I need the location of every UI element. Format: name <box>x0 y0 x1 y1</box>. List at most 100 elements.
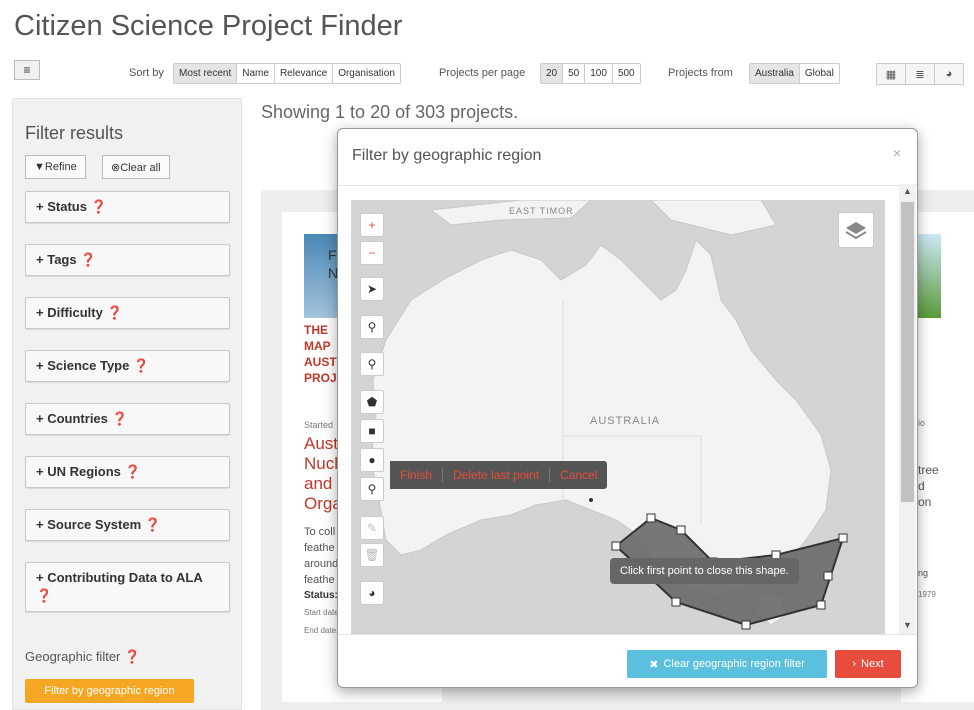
card-fragment: 1979 <box>918 590 936 599</box>
map-view-icon[interactable]: ◕ <box>934 63 964 85</box>
filter-icon: ▼ <box>34 161 45 173</box>
help-icon: ❓ <box>132 358 150 373</box>
layers-icon[interactable] <box>838 212 874 248</box>
cancel-draw-button[interactable]: Cancel <box>550 468 607 482</box>
help-icon: ❓ <box>124 464 141 479</box>
card-status: Status: <box>304 590 338 601</box>
clear-region-filter-button[interactable]: ✖ Clear geographic region filter <box>627 650 827 678</box>
country-label: AUSTRALIA <box>590 415 661 427</box>
card-fragment: tree d on <box>918 463 939 509</box>
modal-divider <box>338 185 917 186</box>
help-icon: ❓ <box>106 305 123 320</box>
map-canvas[interactable]: EAST TIMOR AUSTRALIA + − ➤ ⚲ ⚲ ⬟ ■ ● ⚲ ✎… <box>351 200 885 634</box>
delete-layers-icon[interactable]: 🗑 <box>360 543 384 567</box>
zoom-out-icon[interactable]: − <box>360 241 384 265</box>
clear-button-label: Clear geographic region filter <box>663 658 805 670</box>
view-toggle: ▦ ≣ ◕ <box>876 63 964 85</box>
card-start-date: Start date <box>304 608 339 617</box>
chevron-right-icon: › <box>852 658 857 670</box>
per-page-buttons: 20 50 100 500 <box>540 63 641 84</box>
geographic-region-modal: Filter by geographic region × EAST TIMOR <box>337 128 918 688</box>
close-icon[interactable]: × <box>893 145 901 161</box>
card-started: Started <box>304 420 334 430</box>
draw-actions-bar: Finish Delete last point Cancel <box>390 461 608 489</box>
facet-un-regions[interactable]: + UN Regions ❓ <box>25 456 230 488</box>
sort-label: Sort by <box>129 67 164 79</box>
filter-by-region-button[interactable]: Filter by geographic region <box>25 679 194 703</box>
sort-relevance[interactable]: Relevance <box>274 64 334 83</box>
list-view-icon[interactable]: ≣ <box>905 63 935 85</box>
sort-buttons: Most recent Name Relevance Organisation <box>173 63 401 84</box>
card-description: To coll feathe around feathe <box>304 526 339 586</box>
per-page-label: Projects per page <box>439 67 526 79</box>
modal-scrollbar[interactable]: ▲ ▼ <box>899 184 916 634</box>
facet-tags[interactable]: + Tags ❓ <box>25 244 230 276</box>
refine-label: Refine <box>44 161 77 173</box>
modal-title: Filter by geographic region <box>352 147 542 164</box>
refine-button[interactable]: ▼Refine <box>25 155 86 179</box>
help-icon: ❓ <box>111 411 128 426</box>
draw-marker-icon[interactable]: ⚲ <box>360 477 384 501</box>
per-page-100[interactable]: 100 <box>585 64 613 83</box>
finish-button[interactable]: Finish <box>390 468 444 482</box>
card-image <box>917 234 941 318</box>
from-australia[interactable]: Australia <box>750 64 800 83</box>
geographic-filter-label: Geographic filter ❓ <box>25 649 140 665</box>
help-icon: ❓ <box>144 517 161 532</box>
help-icon: ❓ <box>124 649 141 664</box>
zoom-in-icon[interactable]: + <box>360 213 384 237</box>
next-button-label: Next <box>861 658 884 670</box>
facet-label: Tags <box>47 252 77 267</box>
facet-countries[interactable]: + Countries ❓ <box>25 403 230 435</box>
locate-icon[interactable]: ➤ <box>360 277 384 301</box>
card-end-date: End date: <box>304 626 339 635</box>
sort-name[interactable]: Name <box>237 64 275 83</box>
per-page-50[interactable]: 50 <box>563 64 586 83</box>
draw-circle-icon[interactable]: ● <box>360 448 384 472</box>
draw-tooltip: Click first point to close this shape. <box>610 558 799 584</box>
clear-all-label: Clear all <box>120 162 161 174</box>
sort-most-recent[interactable]: Most recent <box>174 64 238 83</box>
facet-label: Difficulty <box>47 305 103 320</box>
card-fragment: ng <box>918 568 929 578</box>
results-count: Showing 1 to 20 of 303 projects. <box>261 102 519 122</box>
per-page-20[interactable]: 20 <box>541 64 564 83</box>
help-icon: ❓ <box>90 199 107 214</box>
facet-label: UN Regions <box>47 464 121 479</box>
edit-layers-icon[interactable]: ✎ <box>360 516 384 540</box>
geo-label-text: Geographic filter <box>25 649 121 664</box>
facet-label: Contributing Data to ALA <box>47 570 203 585</box>
projects-from-label: Projects from <box>668 67 733 79</box>
modal-footer <box>338 634 917 635</box>
grid-view-icon[interactable]: ▦ <box>876 63 906 85</box>
clear-icon: ⊗ <box>111 162 121 174</box>
facet-science-type[interactable]: + Science Type ❓ <box>25 350 230 382</box>
from-global[interactable]: Global <box>799 64 839 83</box>
next-button[interactable]: › Next <box>835 650 901 678</box>
facet-label: Science Type <box>47 358 130 373</box>
per-page-500[interactable]: 500 <box>612 64 640 83</box>
scrollbar-thumb[interactable] <box>901 202 914 502</box>
facet-source-system[interactable]: + Source System ❓ <box>25 509 230 541</box>
facet-contributing-data[interactable]: + Contributing Data to ALA ❓ <box>25 562 230 612</box>
sort-organisation[interactable]: Organisation <box>333 64 400 83</box>
close-icon: ✖ <box>649 658 659 671</box>
sidebar: Filter results ▼Refine ⊗Clear all + Stat… <box>12 98 242 710</box>
facet-status[interactable]: + Status ❓ <box>25 191 230 223</box>
help-icon: ❓ <box>36 588 53 603</box>
search-icon[interactable]: ⚲ <box>360 315 384 339</box>
facet-difficulty[interactable]: + Difficulty ❓ <box>25 297 230 329</box>
scroll-down-icon[interactable]: ▼ <box>899 620 916 630</box>
projects-from-buttons: Australia Global <box>749 63 840 84</box>
delete-last-point-button[interactable]: Delete last point <box>443 468 551 482</box>
draw-rectangle-icon[interactable]: ■ <box>360 419 384 443</box>
clear-all-button[interactable]: ⊗Clear all <box>102 155 170 179</box>
search-icon[interactable]: ⚲ <box>360 352 384 376</box>
scroll-up-icon[interactable]: ▲ <box>899 186 916 196</box>
help-icon: ❓ <box>80 252 97 267</box>
toolbar: Sort by Most recent Name Relevance Organ… <box>0 63 974 85</box>
globe-icon[interactable]: ◕ <box>360 581 384 605</box>
filter-results-heading: Filter results <box>25 123 124 143</box>
draw-polygon-icon[interactable]: ⬟ <box>360 390 384 414</box>
facet-label: Source System <box>47 517 142 532</box>
